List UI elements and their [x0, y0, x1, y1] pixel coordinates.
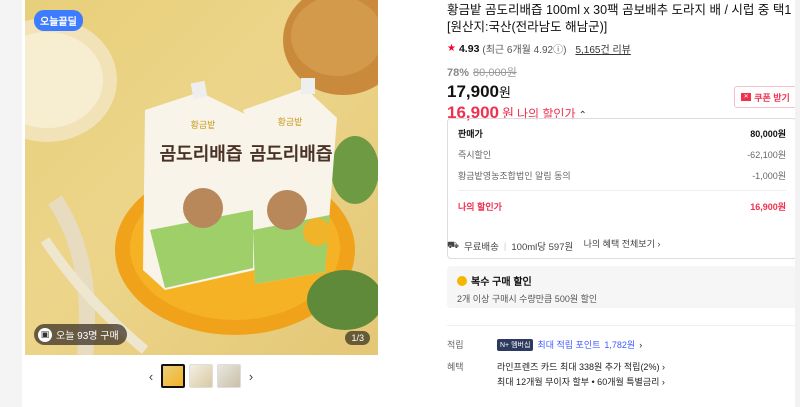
benefit-row: 혜택 라인프렌즈 카드 최대 338원 추가 적립(2%) › 최대 12개월 …	[447, 360, 665, 390]
product-info: 황금밭 곰도리배즙 100ml x 30팩 곰보배추 도라지 배 / 시럽 중 …	[447, 0, 800, 308]
multi-buy-desc: 2개 이상 구매시 수량만큼 500원 할인	[457, 294, 598, 304]
benefit-label: 혜택	[447, 362, 464, 372]
coupon-button[interactable]: ✕ 쿠폰 받기	[734, 86, 797, 108]
price-breakdown: 판매가 80,000원 즉시할인 -62,100원 황금밭영농조합법인 알림 동…	[447, 118, 797, 259]
product-page: 황금밭 곰도리배즙 황금밭 곰도리배즙 오늘끝딜 ▣ 오늘 93명 구매 1/3…	[0, 0, 800, 407]
divider: |	[503, 240, 507, 252]
rating-detail: (최근 6개월 4.92ⓘ)	[482, 45, 567, 56]
sale-price-unit: 원	[499, 85, 511, 100]
breakdown-label: 즉시할인	[458, 150, 492, 160]
multi-buy-discount: 복수 구매 할인 2개 이상 구매시 수량만큼 500원 할인	[447, 266, 797, 308]
installment-benefit-link[interactable]: 최대 12개월 무이자 할부 • 60개월 특별금리 ›	[497, 375, 665, 390]
pouch2-name: 곰도리배즙	[250, 144, 333, 165]
breakdown-row-instant: 즉시할인 -62,100원	[458, 148, 786, 161]
product-photo: 황금밭 곰도리배즙 황금밭 곰도리배즙	[25, 0, 378, 355]
image-pager: 1/3	[345, 331, 370, 345]
breakdown-row-alarm: 황금밭영농조합법인 알림 동의 -1,000원	[458, 169, 786, 182]
breakdown-value: -1,000원	[752, 171, 786, 181]
discount-percent: 78%	[447, 67, 470, 79]
multi-buy-title: 복수 구매 할인	[471, 277, 532, 288]
breakdown-row-sale: 판매가 80,000원	[458, 127, 786, 140]
sale-price-value: 17,900	[447, 82, 499, 101]
breakdown-label: 황금밭영농조합법인 알림 동의	[458, 171, 571, 181]
product-image-gallery[interactable]: 황금밭 곰도리배즙 황금밭 곰도리배즙 오늘끝딜 ▣ 오늘 93명 구매 1/3	[25, 0, 378, 355]
chevron-left-icon[interactable]: ‹	[145, 369, 157, 384]
coupon-icon: ✕	[741, 93, 752, 101]
breakdown-row-mine: 나의 할인가 16,900원	[458, 200, 786, 213]
pouch-brand: 황금밭	[191, 120, 216, 130]
points-text: 최대 적립 포인트	[537, 340, 601, 350]
thumbnail-3[interactable]	[217, 364, 241, 388]
star-icon: ★	[447, 43, 456, 54]
membership-badge: N+ 멤버십	[497, 338, 534, 351]
pouch2-brand: 황금밭	[278, 117, 303, 127]
breakdown-label: 판매가	[458, 129, 483, 139]
points-amount: 1,782원	[604, 340, 636, 350]
rating-row: ★ 4.93 (최근 6개월 4.92ⓘ) 5,165건 리뷰	[447, 41, 800, 57]
thumbnail-2[interactable]	[189, 364, 213, 388]
rating-score: 4.93	[458, 42, 480, 55]
thumbnail-strip: ‹ ›	[145, 364, 257, 388]
scrollbar-track[interactable]	[795, 0, 800, 407]
breakdown-mine-value: 16,900원	[750, 202, 786, 212]
divider	[447, 325, 800, 326]
pouch-name: 곰도리배즙	[160, 144, 243, 165]
points-row: 적립 N+ 멤버십 최대 적립 포인트 1,782원 ›	[447, 338, 642, 351]
buyers-text: 오늘 93명 구매	[56, 331, 119, 342]
today-deal-badge: 오늘끝딜	[34, 10, 83, 31]
left-margin	[0, 0, 22, 407]
coin-icon	[457, 275, 467, 286]
product-title: 황금밭 곰도리배즙 100ml x 30팩 곰보배추 도라지 배 / 시럽 중 …	[447, 3, 792, 34]
discount-row: 78% 80,000원	[447, 64, 800, 80]
thumbnail-1[interactable]	[161, 364, 185, 388]
points-label: 적립	[447, 340, 464, 350]
breakdown-value: 80,000원	[750, 129, 786, 139]
free-shipping: 무료배송	[463, 242, 499, 253]
original-price: 80,000원	[473, 67, 517, 79]
chevron-right-icon: ›	[639, 339, 643, 350]
card-benefit-link[interactable]: 라인프렌즈 카드 최대 338원 추가 적립(2%) ›	[497, 360, 665, 375]
today-buyers-badge: ▣ 오늘 93명 구매	[34, 324, 127, 345]
breakdown-value: -62,100원	[747, 150, 786, 160]
points-value[interactable]: N+ 멤버십 최대 적립 포인트 1,782원 ›	[497, 338, 642, 351]
review-count-link[interactable]: 5,165건 리뷰	[575, 41, 630, 56]
cart-icon: ▣	[38, 327, 52, 342]
truck-icon: ⛟	[447, 240, 459, 251]
divider	[458, 190, 786, 191]
breakdown-mine-label: 나의 할인가	[458, 202, 502, 212]
benefit-lines: 라인프렌즈 카드 최대 338원 추가 적립(2%) › 최대 12개월 무이자…	[497, 360, 665, 390]
chevron-right-icon[interactable]: ›	[245, 369, 257, 384]
coupon-label: 쿠폰 받기	[754, 92, 790, 103]
shipping-row: ⛟ 무료배송 | 100ml당 597원	[447, 239, 573, 253]
unit-price: 100ml당 597원	[511, 242, 574, 253]
